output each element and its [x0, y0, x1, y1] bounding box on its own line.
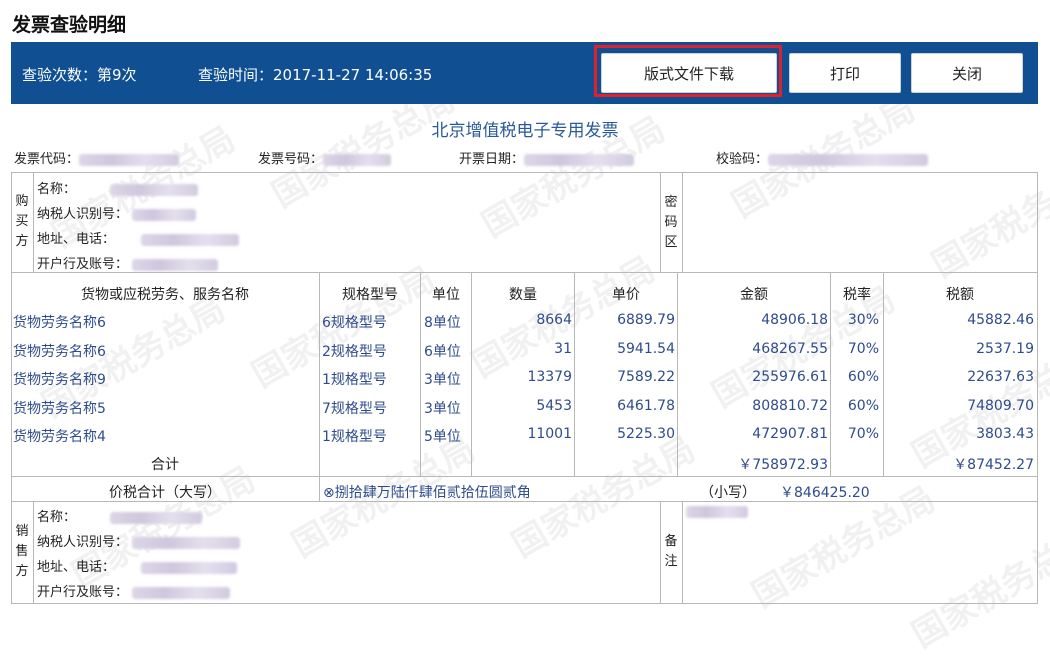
close-button[interactable]: 关闭 [911, 53, 1023, 93]
row-price: 6461.78 [617, 397, 675, 414]
col-header-tax-rate: 税率 [843, 287, 871, 303]
invoice-code: 发票代码： [14, 148, 180, 167]
total-words-label: 价税合计（大写） [109, 485, 221, 501]
row-tax-rate: 70% [847, 426, 879, 442]
seller-bank-label: 开户行及账号： [37, 581, 231, 600]
total-amount: ￥758972.93 [738, 457, 828, 473]
col-header-name: 货物或应税劳务、服务名称 [81, 287, 249, 303]
row-tax: 3803.43 [976, 426, 1034, 442]
row-tax: 2537.19 [976, 340, 1034, 357]
total-small-label: （小写） [700, 485, 756, 501]
row-amount: 468267.55 [752, 340, 828, 357]
check-time: 查验时间：2017-11-27 14:06:35 [198, 66, 433, 84]
row-qty: 31 [554, 340, 572, 357]
seller-address-label: 地址、电话： [37, 556, 238, 575]
row-price: 5225.30 [617, 426, 675, 442]
seller-name-label: 名称： [37, 506, 203, 525]
check-code: 校验码： [716, 148, 929, 167]
row-unit: 5单位 [424, 429, 461, 445]
row-amount: 808810.72 [752, 397, 828, 414]
col-header-qty: 数量 [509, 287, 537, 303]
print-button[interactable]: 打印 [789, 53, 901, 93]
buyer-name-label: 名称： [37, 178, 199, 197]
total-words-value: ⊗捌拾肆万陆仟肆佰贰拾伍圆贰角 [323, 485, 531, 501]
row-amount: 255976.61 [752, 369, 828, 385]
buyer-address-label: 地址、电话： [37, 228, 240, 247]
row-price: 5941.54 [617, 340, 675, 357]
row-qty: 11001 [527, 426, 572, 442]
row-tax: 22637.63 [967, 369, 1034, 385]
row-qty: 5453 [536, 397, 572, 414]
row-name: 货物劳务名称6 [13, 343, 106, 360]
toolbar: 查验次数：第9次 查验时间：2017-11-27 14:06:35 版式文件下载… [11, 42, 1038, 104]
row-qty: 8664 [536, 312, 572, 328]
row-name: 货物劳务名称5 [13, 400, 106, 417]
row-unit: 8单位 [424, 315, 461, 331]
row-qty: 13379 [527, 369, 572, 385]
row-spec: 6规格型号 [322, 315, 387, 331]
seller-section-label: 销售方 [15, 524, 29, 579]
remarks-label: 备注 [664, 534, 678, 569]
row-unit: 6单位 [424, 343, 461, 360]
invoice-title: 北京增值税电子专用发票 [431, 121, 619, 141]
row-unit: 3单位 [424, 400, 461, 417]
col-header-tax: 税额 [946, 287, 974, 303]
total-tax: ￥87452.27 [953, 457, 1034, 473]
download-button[interactable]: 版式文件下载 [601, 53, 777, 93]
row-unit: 3单位 [424, 372, 461, 388]
total-small-value: ￥846425.20 [780, 485, 870, 501]
cipher-area-label: 密码区 [664, 195, 678, 250]
row-tax-rate: 60% [847, 397, 879, 414]
buyer-section-label: 购买方 [15, 194, 29, 249]
col-header-unit: 单位 [432, 287, 460, 303]
row-spec: 1规格型号 [322, 372, 387, 388]
seller-tax-id-label: 纳税人识别号： [37, 531, 241, 550]
check-count: 查验次数：第9次 [22, 66, 137, 84]
col-header-spec: 规格型号 [342, 287, 398, 303]
row-name: 货物劳务名称6 [13, 315, 106, 331]
row-name: 货物劳务名称4 [13, 429, 106, 445]
row-spec: 7规格型号 [322, 400, 387, 417]
buyer-tax-id-label: 纳税人识别号： [37, 203, 197, 222]
row-name: 货物劳务名称9 [13, 372, 106, 388]
invoice-date: 开票日期： [459, 148, 635, 167]
page-title: 发票查验明细 [12, 14, 127, 36]
buyer-bank-label: 开户行及账号： [37, 253, 219, 272]
row-tax-rate: 60% [847, 369, 879, 385]
total-label: 合计 [151, 457, 179, 473]
col-header-price: 单价 [612, 287, 640, 303]
row-spec: 2规格型号 [322, 343, 387, 360]
row-tax: 74809.70 [967, 397, 1034, 414]
col-header-amount: 金额 [740, 287, 768, 303]
row-tax-rate: 30% [847, 312, 879, 328]
row-price: 7589.22 [617, 369, 675, 385]
row-amount: 472907.81 [752, 426, 828, 442]
row-amount: 48906.18 [761, 312, 828, 328]
row-spec: 1规格型号 [322, 429, 387, 445]
remarks-redacted [686, 506, 748, 518]
row-price: 6889.79 [617, 312, 675, 328]
row-tax-rate: 70% [847, 340, 879, 357]
row-tax: 45882.46 [967, 312, 1034, 328]
invoice-number: 发票号码： [258, 148, 392, 167]
